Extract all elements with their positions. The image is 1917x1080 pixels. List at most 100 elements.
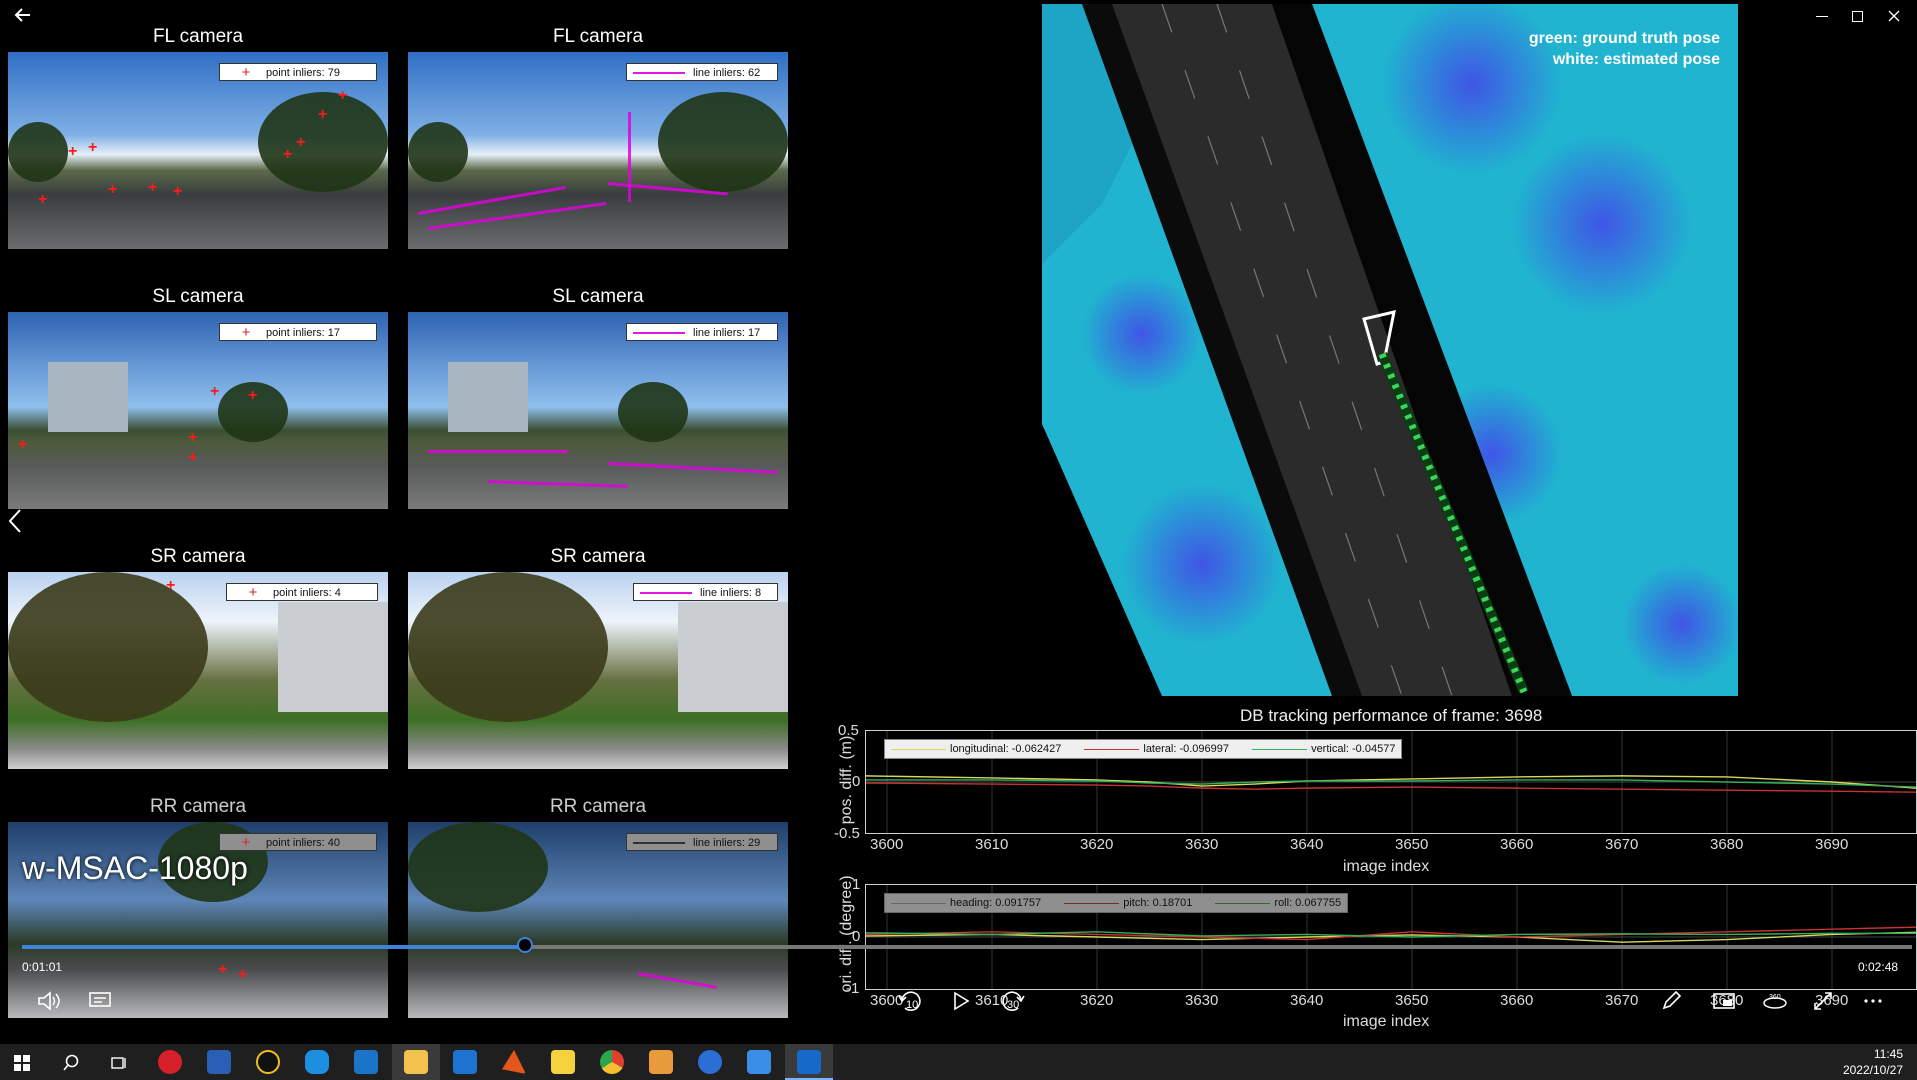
file-explorer-icon[interactable] bbox=[404, 1050, 428, 1074]
draw-button[interactable] bbox=[1660, 990, 1682, 1018]
y-tick: 0 bbox=[852, 773, 861, 790]
back-button[interactable] bbox=[12, 4, 40, 28]
camera-legend: line inliers: 29 bbox=[626, 833, 778, 851]
legend-text: line inliers: 17 bbox=[693, 327, 761, 339]
point-cloud-map: green: ground truth pose white: estimate… bbox=[1042, 4, 1738, 696]
x-tick: 3650 bbox=[1395, 836, 1429, 853]
skip-back-button[interactable]: 10 bbox=[897, 990, 927, 1018]
camera-legend: + point inliers: 79 bbox=[219, 63, 377, 81]
legend-text: point inliers: 4 bbox=[273, 587, 341, 599]
taskbar: 11:45 2022/10/27 bbox=[0, 1044, 1917, 1080]
x-tick: 3640 bbox=[1290, 836, 1324, 853]
miniplayer-icon bbox=[1713, 993, 1735, 1009]
x-tick: 3670 bbox=[1605, 992, 1639, 1009]
x-tick: 3690 bbox=[1815, 836, 1849, 853]
sticky-notes-icon[interactable] bbox=[551, 1050, 575, 1074]
legend-text: line inliers: 29 bbox=[693, 837, 761, 849]
mail-icon[interactable] bbox=[453, 1050, 477, 1074]
video-title: w-MSAC-1080p bbox=[22, 850, 248, 886]
x-tick: 3630 bbox=[1185, 992, 1219, 1009]
vscode-icon[interactable] bbox=[354, 1050, 378, 1074]
camera-legend: line inliers: 17 bbox=[626, 323, 778, 341]
volume-button[interactable] bbox=[36, 990, 62, 1018]
fullscreen-button[interactable] bbox=[1812, 990, 1834, 1018]
skip-back-label: 10 bbox=[906, 999, 919, 1011]
line-marker-icon bbox=[633, 332, 685, 335]
plot-position-diff: longitudinal: -0.062427 lateral: -0.0969… bbox=[865, 730, 1917, 834]
y-tick: 0 bbox=[852, 928, 861, 945]
camera-title: FL camera bbox=[152, 26, 244, 47]
map-legend-green: green: ground truth pose bbox=[1528, 30, 1720, 47]
x-axis-label: image index bbox=[1343, 1013, 1430, 1030]
x-tick: 3640 bbox=[1290, 992, 1324, 1009]
more-icon bbox=[1864, 999, 1882, 1003]
cross-marker-icon: + bbox=[248, 584, 258, 601]
plot-legend: longitudinal: -0.062427 lateral: -0.0969… bbox=[884, 739, 1403, 759]
clock[interactable]: 11:45 2022/10/27 bbox=[1843, 1046, 1903, 1078]
x-tick: 3620 bbox=[1080, 992, 1114, 1009]
seek-thumb[interactable] bbox=[516, 937, 533, 953]
camera-image-sr-points: + + point inliers: 4 bbox=[8, 572, 388, 769]
camera-title: SR camera bbox=[150, 546, 246, 567]
app-icon-2[interactable] bbox=[698, 1050, 722, 1074]
y-tick: -0.5 bbox=[834, 825, 860, 842]
photos-icon[interactable] bbox=[649, 1050, 673, 1074]
legend-roll: roll: 0.067755 bbox=[1274, 897, 1342, 909]
x-tick: 3660 bbox=[1500, 836, 1534, 853]
legend-lateral: lateral: -0.096997 bbox=[1143, 743, 1229, 755]
minimize-icon[interactable] bbox=[1816, 16, 1828, 17]
camera-title: RR camera bbox=[149, 796, 247, 817]
camera-image-fl-points: + + + + + + + + + + + point inliers: 79 bbox=[8, 52, 388, 249]
legend-pitch: pitch: 0.18701 bbox=[1123, 897, 1193, 909]
seek-bar[interactable] bbox=[22, 937, 1912, 953]
y-tick: 1 bbox=[852, 876, 861, 893]
chrome-icon[interactable] bbox=[600, 1050, 624, 1074]
x-tick: 3670 bbox=[1605, 836, 1639, 853]
play-icon bbox=[954, 991, 970, 1011]
x-tick: 3680 bbox=[1710, 836, 1744, 853]
chevron-left-icon[interactable] bbox=[6, 508, 24, 534]
camera-image-sl-lines: line inliers: 17 bbox=[408, 312, 788, 509]
fullscreen-icon bbox=[1814, 992, 1832, 1010]
window-controls bbox=[1810, 6, 1910, 26]
search-icon[interactable] bbox=[62, 1054, 80, 1072]
close-icon[interactable] bbox=[1888, 10, 1900, 22]
volume-icon bbox=[38, 991, 60, 1011]
x-axis-ticks-pos: 3600 3610 3620 3630 3640 3650 3660 3670 3680 3690 bbox=[865, 836, 1915, 856]
arrow-left-icon bbox=[14, 8, 30, 22]
x-tick: 3600 bbox=[870, 836, 904, 853]
play-button[interactable] bbox=[950, 990, 972, 1018]
camera-title: SL camera bbox=[552, 286, 644, 307]
word-icon[interactable] bbox=[207, 1050, 231, 1074]
line-marker-icon bbox=[633, 72, 685, 75]
legend-heading: heading: 0.091757 bbox=[950, 897, 1042, 909]
restore-icon[interactable] bbox=[1852, 11, 1863, 22]
skip-forward-button[interactable]: 30 bbox=[998, 990, 1028, 1018]
360-view-button[interactable]: 360 bbox=[1762, 990, 1788, 1018]
task-view-icon[interactable] bbox=[110, 1054, 128, 1072]
camera-title: SL camera bbox=[152, 286, 244, 307]
windows-start-icon[interactable] bbox=[14, 1055, 30, 1071]
series-line-2 bbox=[866, 779, 1916, 788]
subtitles-button[interactable] bbox=[88, 990, 112, 1018]
camera-title: SR camera bbox=[550, 546, 646, 567]
camera-legend: + point inliers: 4 bbox=[226, 583, 378, 601]
app-icon[interactable] bbox=[305, 1050, 329, 1074]
camera-title: RR camera bbox=[549, 796, 647, 817]
app-icon-3[interactable] bbox=[747, 1050, 771, 1074]
video-player-icon[interactable] bbox=[797, 1050, 821, 1074]
miniplayer-button[interactable] bbox=[1712, 990, 1736, 1018]
clock-time: 11:45 bbox=[1873, 1047, 1903, 1061]
360-rotate-icon: 360 bbox=[1763, 994, 1787, 1009]
legend-text: point inliers: 79 bbox=[266, 67, 340, 79]
clock-date: 2022/10/27 bbox=[1842, 1063, 1903, 1077]
netease-music-icon[interactable] bbox=[158, 1050, 182, 1074]
series-line-1 bbox=[866, 782, 1916, 793]
legend-text: line inliers: 8 bbox=[700, 587, 762, 599]
camera-image-rr-lines: line inliers: 29 bbox=[408, 822, 788, 1018]
x-axis-label: image index bbox=[1343, 858, 1430, 875]
more-options-button[interactable] bbox=[1862, 990, 1884, 1018]
legend-text: point inliers: 17 bbox=[266, 327, 340, 339]
matlab-icon[interactable] bbox=[502, 1050, 526, 1074]
qq-icon[interactable] bbox=[256, 1050, 280, 1074]
